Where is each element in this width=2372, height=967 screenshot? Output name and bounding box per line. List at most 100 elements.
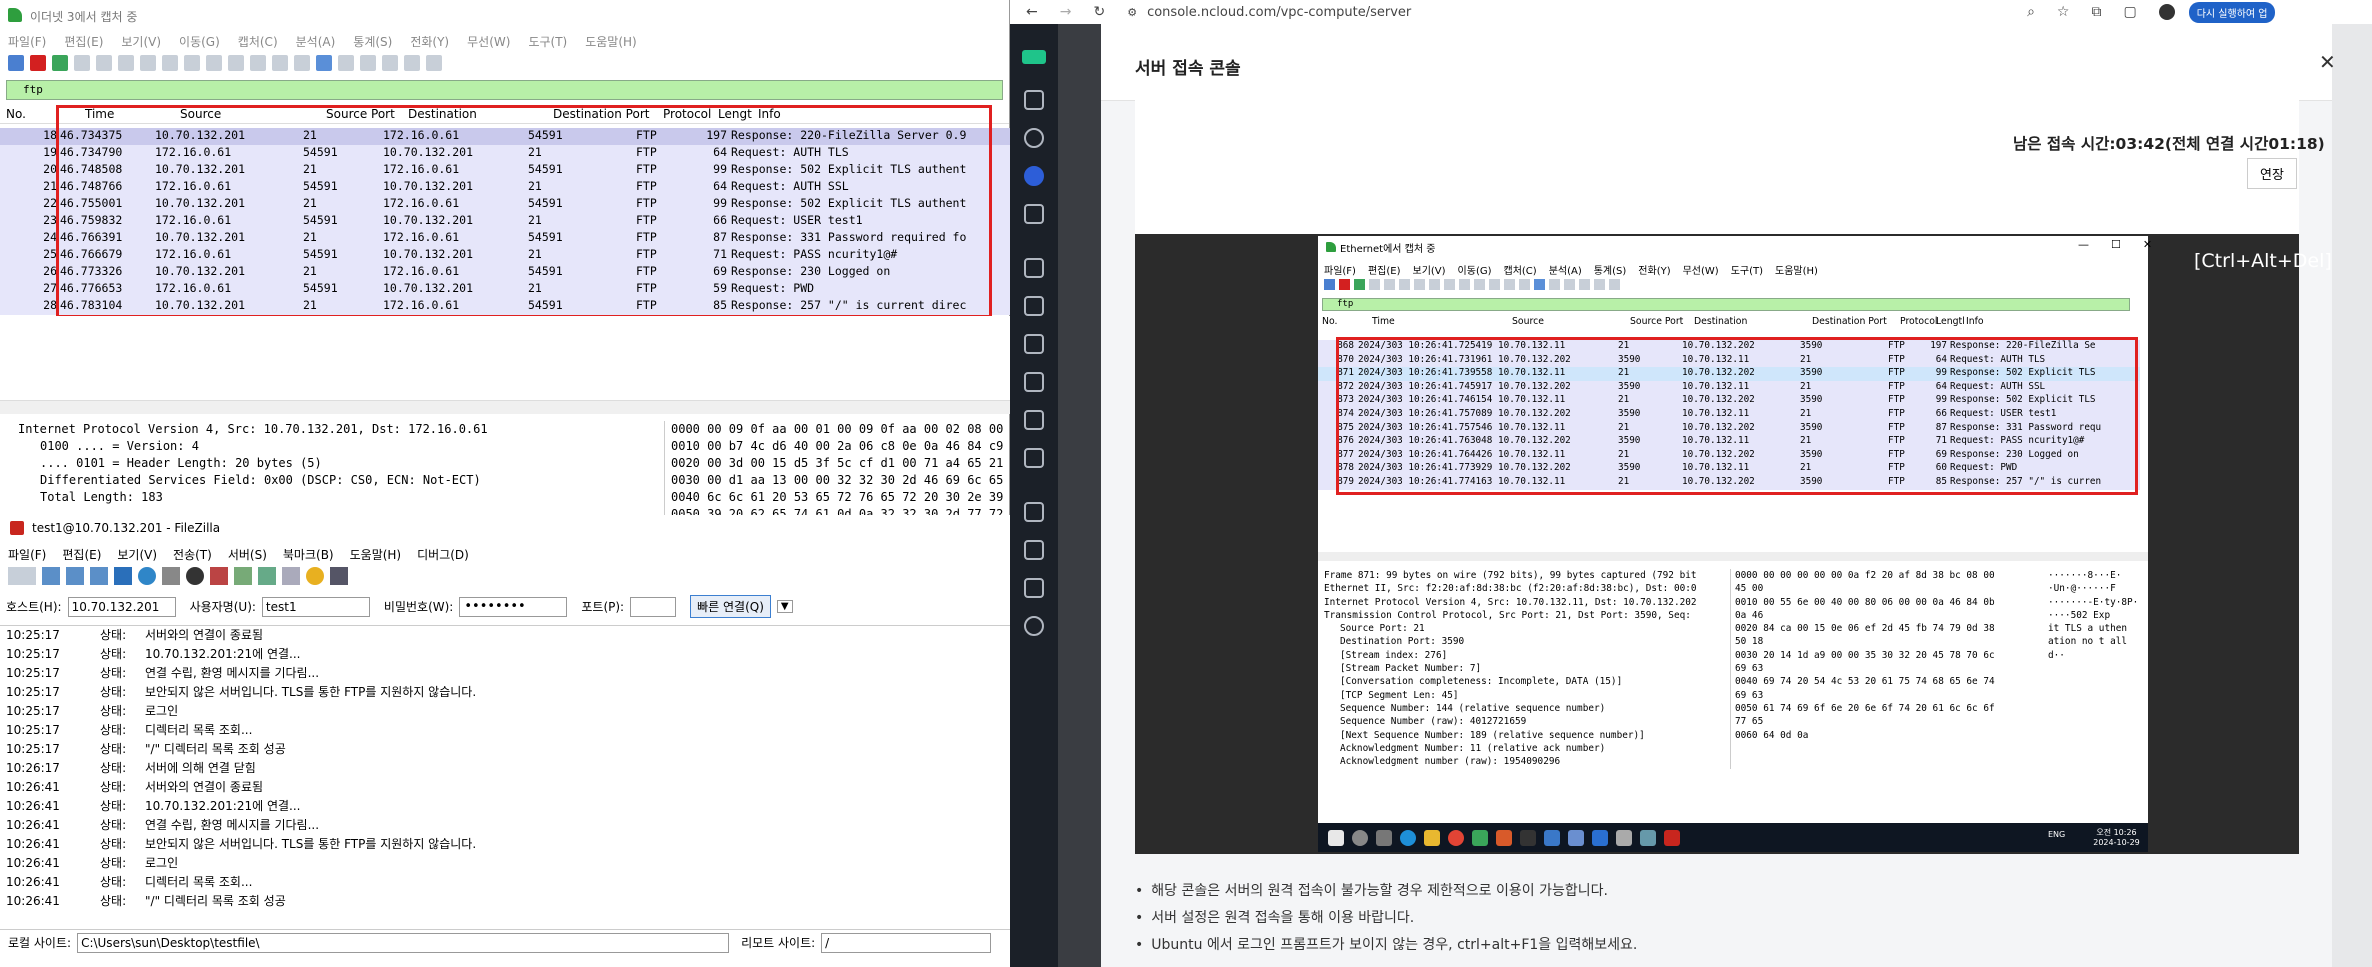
remote-detail-line[interactable]: [Stream index: 276]: [1324, 649, 1724, 662]
menu-item[interactable]: 파일(F): [8, 33, 46, 49]
detail-line[interactable]: Total Length: 183: [26, 489, 660, 506]
menu-item[interactable]: 분석(A): [296, 33, 336, 49]
remote-find-icon[interactable]: [1444, 279, 1455, 290]
remote-site-input[interactable]: /: [821, 932, 992, 953]
filter-icon[interactable]: [258, 567, 276, 585]
password-input[interactable]: ••••••••: [459, 596, 568, 617]
detail-line[interactable]: 0100 .... = Version: 4: [26, 438, 660, 455]
menu-item[interactable]: 도움말(H): [350, 546, 402, 563]
remote-forward-icon[interactable]: [1474, 279, 1485, 290]
remote-col-time[interactable]: Time: [1372, 316, 1512, 330]
menu-item[interactable]: 통계(S): [1594, 262, 1627, 277]
network-app-icon[interactable]: [1640, 829, 1656, 846]
remote-zoom-in-icon[interactable]: [1564, 279, 1575, 290]
mail-icon[interactable]: [1592, 829, 1608, 846]
remote-detail-line[interactable]: [Next Sequence Number: 189 (relative seq…: [1324, 729, 1724, 742]
remote-close-file-icon[interactable]: [1414, 279, 1425, 290]
remote-resize-icon[interactable]: [1609, 279, 1620, 290]
remote-col-dport[interactable]: Destination Port: [1812, 316, 1900, 330]
remote-save-icon[interactable]: [1399, 279, 1410, 290]
close-icon[interactable]: ✕: [2319, 50, 2336, 74]
remote-col-info[interactable]: Info: [1966, 316, 1984, 330]
remote-detail-line[interactable]: Destination Port: 3590: [1324, 635, 1724, 648]
menu-item[interactable]: 도움말(H): [585, 33, 637, 49]
hscrollbar[interactable]: [0, 400, 1010, 414]
menu-item[interactable]: 디버그(D): [417, 546, 469, 563]
remote-start-icon[interactable]: [1324, 279, 1335, 290]
relaunch-button[interactable]: 다시 실행하여 업: [2188, 1, 2276, 23]
menu-item[interactable]: 편집(E): [62, 546, 101, 563]
server-list-icon[interactable]: [1024, 296, 1044, 316]
toggle-queue-icon[interactable]: [114, 567, 132, 585]
menu-item[interactable]: 캡처(C): [1504, 262, 1537, 277]
resize-columns-icon[interactable]: [426, 55, 442, 71]
menu-item[interactable]: 파일(F): [1324, 262, 1356, 277]
menu-item[interactable]: 보기(V): [121, 33, 161, 49]
remote-back-icon[interactable]: [1459, 279, 1470, 290]
remote-options-icon[interactable]: [1369, 279, 1380, 290]
shark-fin-start-icon[interactable]: [8, 55, 24, 71]
forward-arrow-icon[interactable]: [228, 55, 244, 71]
disconnect-icon[interactable]: [210, 567, 228, 585]
filezilla-taskbar-icon[interactable]: [1664, 829, 1680, 846]
remote-stop-icon[interactable]: [1339, 279, 1350, 290]
menu-item[interactable]: 이동(G): [1458, 262, 1492, 277]
remote-filter-input[interactable]: ftp: [1322, 298, 2130, 311]
bookmark-star-icon[interactable]: ☆: [2057, 4, 2070, 20]
help-icon[interactable]: [1024, 616, 1044, 636]
menu-item[interactable]: 전화(Y): [1638, 262, 1670, 277]
reload-icon[interactable]: [162, 55, 178, 71]
user-input[interactable]: [261, 596, 370, 617]
forward-icon[interactable]: →: [1060, 4, 1072, 20]
monitor-icon[interactable]: [1024, 372, 1044, 392]
cancel-icon[interactable]: [186, 567, 204, 585]
autoscroll-icon[interactable]: [316, 55, 332, 71]
remote-detail-line[interactable]: 0101 .... = Header Length: 20 bytes (5): [1324, 768, 1724, 769]
menu-item[interactable]: 파일(F): [8, 546, 46, 563]
extensions-icon[interactable]: ⧉: [2091, 4, 2101, 20]
quickconnect-dropdown-icon[interactable]: ▼: [776, 600, 793, 613]
remote-colorize-icon[interactable]: [1549, 279, 1560, 290]
remote-autoscroll-icon[interactable]: [1534, 279, 1545, 290]
remote-detail-line[interactable]: [TCP Segment Len: 45]: [1324, 689, 1724, 702]
remote-detail-line[interactable]: [Conversation completeness: Incomplete, …: [1324, 675, 1724, 688]
remote-detail-line[interactable]: Source Port: 21: [1324, 622, 1724, 635]
menu-item[interactable]: 북마크(B): [283, 546, 334, 563]
zoom-icon[interactable]: ⌕: [2027, 4, 2035, 20]
extend-button[interactable]: 연장: [2247, 158, 2297, 189]
zoom-reset-icon[interactable]: [404, 55, 420, 71]
remote-restart-icon[interactable]: [1354, 279, 1365, 290]
find-icon[interactable]: [184, 55, 200, 71]
toggle-local-tree-icon[interactable]: [66, 567, 84, 585]
stop-capture-icon[interactable]: [30, 55, 46, 71]
remote-zoom-reset-icon[interactable]: [1594, 279, 1605, 290]
refresh-icon[interactable]: [138, 567, 156, 585]
menu-item[interactable]: 무선(W): [467, 33, 510, 49]
remote-detail-line[interactable]: Sequence Number (raw): 4012721659: [1324, 715, 1724, 728]
remote-hscrollbar[interactable]: [1318, 552, 2148, 561]
menu-item[interactable]: 편집(E): [64, 33, 103, 49]
menu-item[interactable]: 보기(V): [1413, 262, 1446, 277]
quickconnect-button[interactable]: 빠른 연결(Q): [690, 595, 771, 618]
remote-detail-line[interactable]: Acknowledgment Number: 11 (relative ack …: [1324, 742, 1724, 755]
toggle-log-icon[interactable]: [42, 567, 60, 585]
menu-item[interactable]: 도구(T): [528, 33, 567, 49]
menu-item[interactable]: 전송(T): [173, 546, 212, 563]
maximize-icon[interactable]: ☐: [2111, 238, 2121, 251]
taskbar-search-icon[interactable]: [1352, 829, 1368, 846]
close-file-icon[interactable]: [140, 55, 156, 71]
menu-item[interactable]: 편집(E): [1368, 262, 1401, 277]
remote-col-no[interactable]: No.: [1318, 316, 1372, 330]
binoculars-icon[interactable]: [330, 567, 348, 585]
task-view-icon[interactable]: [1376, 829, 1392, 846]
remote-first-icon[interactable]: [1504, 279, 1515, 290]
ctrl-alt-del-button[interactable]: [Ctrl+Alt+Del]: [2194, 250, 2332, 272]
notepad-icon[interactable]: [1472, 829, 1488, 846]
url-bar[interactable]: console.ncloud.com/vpc-compute/server: [1147, 5, 2027, 20]
open-file-icon[interactable]: [96, 55, 112, 71]
remote-zoom-out-icon[interactable]: [1579, 279, 1590, 290]
remote-col-source[interactable]: Source: [1512, 316, 1630, 330]
remote-detail-line[interactable]: Sequence Number: 144 (relative sequence …: [1324, 702, 1724, 715]
profile-avatar-icon[interactable]: [2158, 4, 2175, 20]
cloud-icon[interactable]: [1024, 258, 1044, 278]
